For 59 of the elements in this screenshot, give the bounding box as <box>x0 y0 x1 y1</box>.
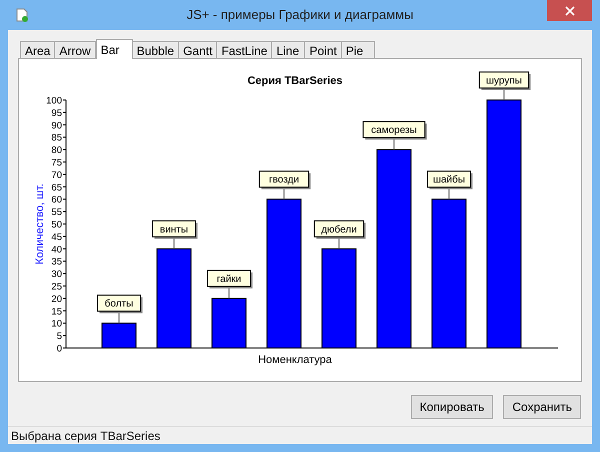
y-tick-label: 10 <box>51 318 62 330</box>
tab[interactable]: Point <box>304 41 342 58</box>
bar <box>102 322 136 348</box>
bar <box>212 298 246 348</box>
y-tick-label: 35 <box>51 256 62 268</box>
tab[interactable]: Area <box>20 41 56 58</box>
leader-line <box>118 310 120 324</box>
bar-label: гайки <box>207 270 252 288</box>
y-tick-label: 65 <box>51 182 62 194</box>
app-icon <box>14 7 30 23</box>
bar-label: шурупы <box>478 72 531 90</box>
x-tick-label: дюбели <box>321 224 357 236</box>
close-icon <box>564 6 574 16</box>
bar-label: винты <box>152 220 198 239</box>
y-tick-label: 25 <box>51 282 62 292</box>
y-tick-label: 5 <box>56 331 62 342</box>
y-tick-label: 20 <box>51 294 62 305</box>
bar-label: гвозди <box>258 170 311 190</box>
x-tick-label: шурупы <box>486 76 522 86</box>
y-tick-label: 60 <box>51 194 62 206</box>
x-tick-label: гайки <box>216 274 242 285</box>
x-tick-label: болты <box>104 298 134 310</box>
y-tick-label: 0 <box>56 344 62 354</box>
y-tick-label: 15 <box>51 306 62 318</box>
y-tick-label: 80 <box>51 145 62 156</box>
bar-label: дюбели <box>314 220 366 239</box>
y-tick-label: 95 <box>51 108 62 119</box>
y-tick-label: 55 <box>51 207 62 218</box>
y-tick-label: 45 <box>51 232 62 243</box>
y-axis-label: Количество, шт. <box>34 184 46 264</box>
bar-label: болты <box>97 294 142 314</box>
x-tick-label: шайбы <box>432 174 466 186</box>
y-tick-label: 85 <box>51 132 62 144</box>
close-button[interactable] <box>547 0 592 21</box>
x-tick-label: саморезы <box>371 125 417 136</box>
bar-label: шайбы <box>427 170 472 190</box>
y-tick-label: 100 <box>46 96 62 106</box>
action-button[interactable]: Сохранить <box>503 395 581 419</box>
tab[interactable]: Bubble <box>132 41 180 58</box>
x-tick-label: винты <box>160 224 188 236</box>
y-tick-label: 70 <box>51 170 62 181</box>
y-tick-label: 75 <box>51 158 62 168</box>
status-text: Выбрана серия TBarSeries <box>11 428 160 444</box>
tab[interactable]: Line <box>271 41 306 58</box>
tab[interactable]: Arrow <box>54 41 96 58</box>
bar-label: саморезы <box>362 121 427 140</box>
y-tick-label: 30 <box>51 269 62 280</box>
tab[interactable]: Pie <box>340 41 375 58</box>
tab[interactable]: Bar <box>96 39 133 59</box>
tab[interactable]: Gantt <box>178 41 218 58</box>
x-tick-label: гвозди <box>268 174 300 186</box>
tab[interactable]: FastLine <box>216 41 272 58</box>
action-button[interactable]: Копировать <box>410 395 494 419</box>
x-axis-label: Номенклатура <box>258 354 332 366</box>
y-tick-label: 90 <box>51 120 62 132</box>
y-tick-label: 50 <box>51 220 62 230</box>
window-title: JS+ - примеры Графики и диаграммы <box>186 6 414 24</box>
y-tick-label: 40 <box>51 244 62 256</box>
chart-title: Серия TBarSeries <box>247 75 343 87</box>
